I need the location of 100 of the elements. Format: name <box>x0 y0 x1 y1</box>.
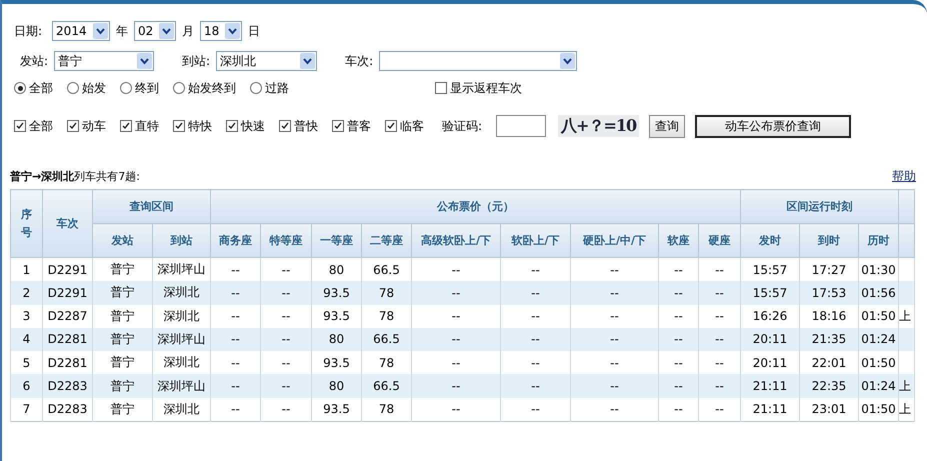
table-cell: -- <box>698 398 741 422</box>
table-cell: 93.5 <box>312 304 362 328</box>
table-cell: D2281 <box>42 328 92 352</box>
column-header: 区间运行时刻 <box>740 190 899 224</box>
table-cell: 23:01 <box>800 398 859 422</box>
table-cell: 18:16 <box>800 304 859 328</box>
table-cell: 01:50 <box>858 351 899 374</box>
return-trains-checkbox[interactable]: 显示返程车次 <box>435 80 522 96</box>
table-cell: 66.5 <box>362 374 412 398</box>
table-cell: 01:50 <box>858 398 899 422</box>
table-cell: 4 <box>10 328 42 352</box>
table-cell: 深圳坪山 <box>152 328 210 352</box>
arrival-station-select[interactable]: 深圳北 <box>216 51 318 71</box>
fare-query-button[interactable]: 动车公布票价查询 <box>695 114 852 138</box>
station-type-radio[interactable]: 始发 <box>67 80 106 96</box>
table-cell: -- <box>412 281 500 305</box>
table-cell: 01:30 <box>858 258 899 282</box>
column-header: 软座 <box>658 224 698 258</box>
train-type-checkbox[interactable]: 直特 <box>120 118 159 134</box>
table-cell: -- <box>210 374 260 398</box>
station-type-radio[interactable]: 全部 <box>14 80 53 96</box>
table-cell: -- <box>260 374 312 398</box>
table-cell: 深圳北 <box>152 351 210 374</box>
table-cell: D2283 <box>42 398 92 422</box>
captcha-label: 验证码: <box>442 118 482 134</box>
train-type-checkbox[interactable]: 快速 <box>226 118 265 134</box>
train-type-checkbox[interactable]: 特快 <box>173 118 212 134</box>
table-cell: 93.5 <box>312 398 362 422</box>
train-type-checkbox[interactable]: 动车 <box>67 118 106 134</box>
table-cell: -- <box>260 328 312 352</box>
train-type-checkbox[interactable]: 普客 <box>332 118 371 134</box>
station-type-radio[interactable]: 始发终到 <box>173 80 236 96</box>
table-cell: -- <box>698 281 741 305</box>
train-type-checkbox[interactable]: 普快 <box>279 118 318 134</box>
table-cell: 深圳坪山 <box>152 374 210 398</box>
table-cell: 01:24 <box>858 374 899 398</box>
table-cell: -- <box>412 374 500 398</box>
table-cell: -- <box>570 304 658 328</box>
table-cell: 2 <box>10 281 42 305</box>
month-select[interactable]: 02 <box>134 21 176 41</box>
table-cell: 66.5 <box>362 258 412 282</box>
table-cell: -- <box>500 398 570 422</box>
departure-station-select[interactable]: 普宁 <box>54 51 154 71</box>
table-cell: 1 <box>10 258 42 282</box>
train-type-checkbox[interactable]: 临客 <box>385 118 424 134</box>
train-type-checkbox[interactable]: 全部 <box>14 118 53 134</box>
table-cell: -- <box>412 328 500 352</box>
table-cell: -- <box>260 258 312 282</box>
table-cell: 15:57 <box>740 258 800 282</box>
table-cell: -- <box>412 398 500 422</box>
table-cell: -- <box>210 328 260 352</box>
table-cell: -- <box>658 281 698 305</box>
table-cell: 深圳北 <box>152 304 210 328</box>
day-select[interactable]: 18 <box>200 21 242 41</box>
table-cell: 20:11 <box>740 328 800 352</box>
column-header: 硬卧上/中/下 <box>570 224 658 258</box>
query-button[interactable]: 查询 <box>649 114 686 138</box>
arrival-station-label: 到站: <box>182 52 210 70</box>
train-number-select[interactable] <box>379 51 578 71</box>
captcha-field[interactable] <box>496 115 546 137</box>
table-cell: 78 <box>362 281 412 305</box>
column-header: 高级软卧上/下 <box>412 224 500 258</box>
table-cell: 普宁 <box>92 351 152 374</box>
help-link[interactable]: 帮助 <box>892 168 916 184</box>
column-header: 历时 <box>858 224 899 258</box>
table-cell: 普宁 <box>92 398 152 422</box>
table-cell: -- <box>698 304 741 328</box>
table-cell: -- <box>500 328 570 352</box>
year-unit: 年 <box>116 22 128 40</box>
table-cell: -- <box>260 351 312 374</box>
table-cell: D2287 <box>42 304 92 328</box>
station-type-radio[interactable]: 终到 <box>120 80 159 96</box>
table-cell: -- <box>412 351 500 374</box>
table-cell: 17:53 <box>800 281 859 305</box>
table-cell: -- <box>570 258 658 282</box>
table-cell: -- <box>500 281 570 305</box>
station-type-radio[interactable]: 过路 <box>250 80 289 96</box>
table-cell: -- <box>210 398 260 422</box>
year-select[interactable]: 2014 <box>52 21 110 41</box>
table-cell: 20:11 <box>740 351 800 374</box>
column-header: 序号 <box>10 190 42 258</box>
table-cell: 7 <box>10 398 42 422</box>
column-header: 到站 <box>152 224 210 258</box>
table-cell: -- <box>412 258 500 282</box>
table-cell: -- <box>698 258 741 282</box>
table-cell: 22:01 <box>800 351 859 374</box>
table-cell: 深圳北 <box>152 398 210 422</box>
table-cell: 01:56 <box>858 281 899 305</box>
summary-text: 普宁→深圳北列车共有7趟: <box>10 168 140 184</box>
table-cell: -- <box>210 258 260 282</box>
column-header: 软卧上/下 <box>500 224 570 258</box>
table-cell: -- <box>500 258 570 282</box>
table-cell: 21:11 <box>740 398 800 422</box>
column-header: 商务座 <box>210 224 260 258</box>
table-cell: 上 <box>898 398 915 422</box>
table-cell: -- <box>210 351 260 374</box>
table-cell: 80 <box>312 328 362 352</box>
day-unit: 日 <box>248 22 260 40</box>
table-cell: -- <box>260 398 312 422</box>
table-cell: 5 <box>10 351 42 374</box>
